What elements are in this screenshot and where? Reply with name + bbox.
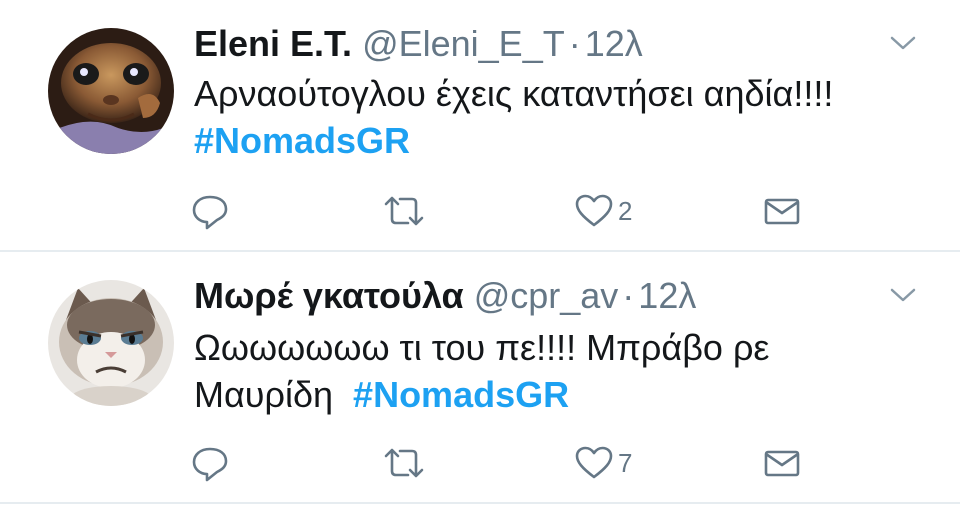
user-handle[interactable]: @cpr_av — [474, 275, 619, 316]
like-count: 7 — [618, 447, 633, 478]
hashtag-link[interactable]: #NomadsGR — [353, 374, 569, 415]
retweet-icon — [384, 448, 424, 478]
like-button[interactable]: 7 — [574, 438, 632, 488]
heart-icon — [575, 194, 613, 227]
hashtag-link[interactable]: #NomadsGR — [194, 120, 410, 161]
retweet-icon — [384, 196, 424, 226]
chevron-down-icon[interactable] — [888, 284, 918, 306]
direct-message-button[interactable] — [762, 438, 802, 488]
retweet-button[interactable] — [382, 438, 426, 488]
tweet-text-line: Μαυρίδη — [194, 374, 334, 415]
tweet[interactable]: Eleni E.T. @Eleni_E_T · 12λ Αρναούτογλου έ… — [0, 0, 960, 250]
grumpy-cat-avatar-icon — [48, 280, 174, 406]
avatar[interactable] — [48, 28, 174, 154]
like-count: 2 — [618, 195, 633, 226]
direct-message-button[interactable] — [762, 186, 802, 236]
tweet-actions: 2 — [190, 186, 830, 236]
chevron-down-icon[interactable] — [888, 32, 918, 54]
reply-button[interactable] — [190, 186, 230, 236]
heart-icon — [575, 446, 613, 479]
separator-dot: · — [622, 275, 635, 316]
user-handle[interactable]: @Eleni_E_T — [362, 23, 565, 64]
reply-button[interactable] — [190, 438, 230, 488]
envelope-icon — [764, 450, 800, 477]
retweet-button[interactable] — [382, 186, 426, 236]
tweet[interactable]: Μωρέ γκατούλα @cpr_av · 12λ Ωωωωωωω τι του… — [0, 252, 960, 509]
tweet-header: Μωρέ γκατούλα @cpr_av · 12λ — [194, 272, 696, 320]
tweet-actions: 7 — [190, 438, 830, 488]
timestamp[interactable]: 12λ — [638, 275, 696, 316]
timestamp[interactable]: 12λ — [585, 23, 643, 64]
tweet-header: Eleni E.T. @Eleni_E_T · 12λ — [194, 20, 643, 68]
avatar[interactable] — [48, 280, 174, 406]
et-avatar-icon — [48, 28, 174, 154]
reply-icon — [192, 195, 228, 230]
envelope-icon — [764, 198, 800, 225]
tweet-text-line: Αρναούτογλου έχεις καταντήσει αηδία!!!! — [194, 73, 834, 114]
tweet-text: Ωωωωωωω τι του πε!!!! Μπράβο ρε Μαυρίδη … — [194, 324, 914, 418]
separator-dot: · — [568, 23, 581, 64]
display-name[interactable]: Μωρέ γκατούλα — [194, 275, 464, 316]
tweet-divider — [0, 502, 960, 504]
display-name[interactable]: Eleni E.T. — [194, 23, 352, 64]
tweet-text-line: Ωωωωωωω τι του πε!!!! Μπράβο ρε — [194, 327, 770, 368]
reply-icon — [192, 447, 228, 482]
like-button[interactable]: 2 — [574, 186, 632, 236]
tweet-text: Αρναούτογλου έχεις καταντήσει αηδία!!!! … — [194, 70, 914, 164]
